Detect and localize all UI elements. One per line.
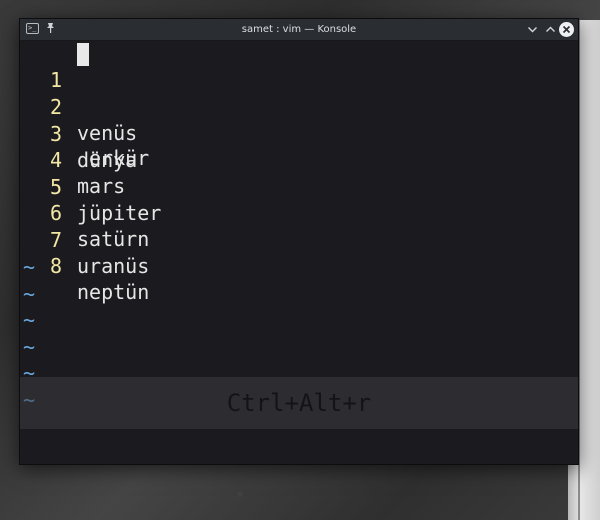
text-cursor	[77, 43, 89, 66]
konsole-window: >_ samet : vim — Konsole 1 m erkür 2 ven…	[19, 18, 579, 465]
empty-line-marker: ~	[23, 255, 36, 279]
editor-line: 4 mars	[20, 121, 125, 198]
line-number: 8	[49, 254, 62, 278]
chevron-up-icon[interactable]	[543, 22, 558, 37]
empty-line-marker: ~	[23, 282, 36, 306]
shortcut-text: Ctrl+Alt+r	[226, 389, 372, 417]
editor-line: 1 m erkür	[20, 41, 149, 170]
editor-line: 3 dünya	[20, 95, 137, 172]
terminal-area[interactable]: 1 m erkür 2 venüs 3 dünya 4 mars 5 jüpit…	[20, 41, 578, 464]
editor-line: 7 uranüs	[20, 201, 149, 278]
close-icon[interactable]	[559, 22, 574, 37]
line-text: neptün	[77, 280, 150, 304]
editor-line: 6 satürn	[20, 174, 149, 251]
editor-line: 8 neptün	[20, 227, 149, 304]
shortcut-overlay: Ctrl+Alt+r	[20, 377, 578, 429]
empty-line-marker: ~	[23, 335, 36, 359]
editor-line: 2 venüs	[20, 68, 137, 145]
window-title: samet : vim — Konsole	[241, 24, 357, 35]
editor-line: 5 jüpiter	[20, 148, 161, 225]
titlebar[interactable]: >_ samet : vim — Konsole	[20, 19, 578, 41]
chevron-down-icon[interactable]	[525, 22, 540, 37]
empty-line-marker: ~	[23, 308, 36, 332]
